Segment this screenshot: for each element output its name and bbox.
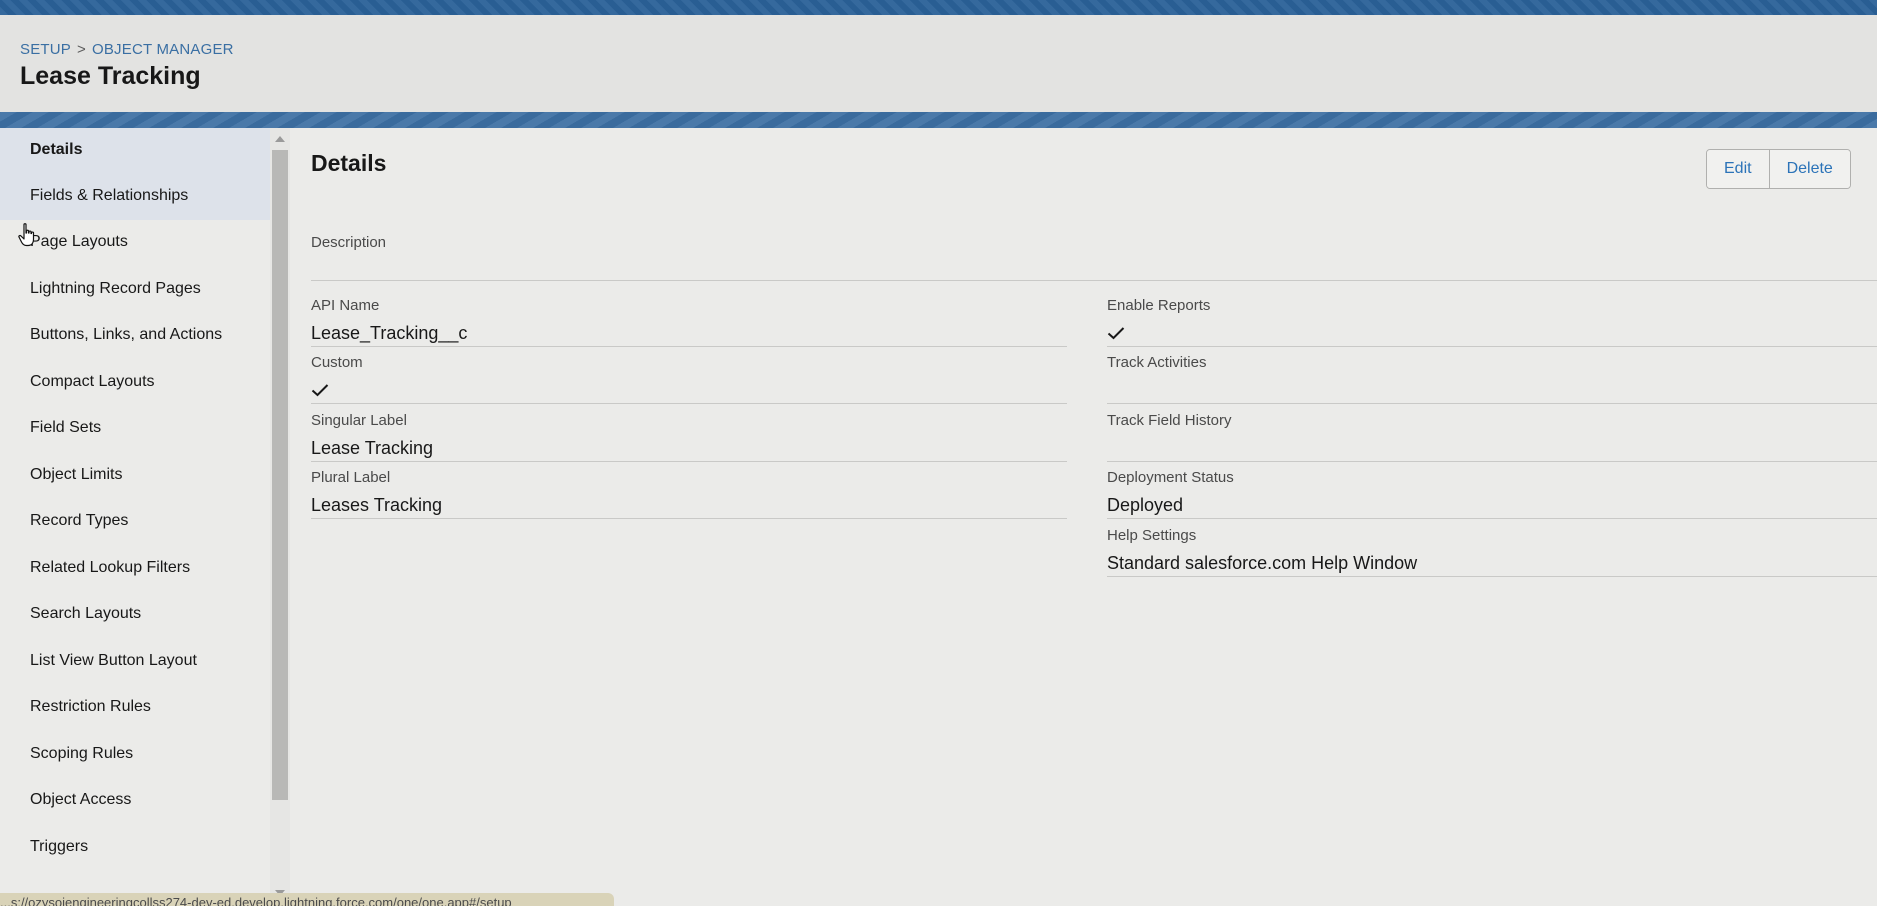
- brand-band-top: [0, 0, 1877, 15]
- brand-band-mid: [0, 112, 1877, 128]
- sidebar-item-label: Triggers: [30, 838, 89, 855]
- scroll-thumb[interactable]: [272, 150, 288, 800]
- hand-pointer-icon: [18, 223, 35, 247]
- breadcrumb-separator: >: [77, 41, 86, 58]
- check-icon: [1107, 327, 1125, 340]
- field-value: Lease Tracking: [311, 438, 434, 458]
- field-track-field-history: Track Field History: [1107, 412, 1877, 462]
- field-label: Deployment Status: [1107, 469, 1234, 486]
- breadcrumb: SETUP > OBJECT MANAGER: [20, 41, 234, 58]
- check-icon: [311, 384, 329, 397]
- sidebar-item-label: Buttons, Links, and Actions: [30, 326, 223, 343]
- sidebar-item-buttons-links-actions[interactable]: Buttons, Links, and Actions: [0, 313, 270, 359]
- sidebar-item-search-layouts[interactable]: Search Layouts: [0, 592, 270, 638]
- browser-status-bar: ...s://ozysoiengineeringcollss274-dev-ed…: [0, 893, 614, 906]
- field-label: Description: [311, 234, 387, 251]
- field-value: Deployed: [1107, 495, 1184, 515]
- status-url: ...s://ozysoiengineeringcollss274-dev-ed…: [0, 895, 512, 906]
- sidebar-item-restriction-rules[interactable]: Restriction Rules: [0, 685, 270, 731]
- sidebar-item-label: Restriction Rules: [30, 698, 151, 715]
- field-label: Enable Reports: [1107, 297, 1211, 314]
- sidebar-item-label: Page Layouts: [30, 233, 128, 250]
- sidebar-item-label: Details: [30, 141, 83, 158]
- field-api-name: API Name Lease_Tracking__c: [311, 297, 1067, 347]
- sidebar-item-triggers[interactable]: Triggers: [0, 825, 270, 871]
- sidebar-item-list-view-button-layout[interactable]: List View Button Layout: [0, 639, 270, 685]
- sidebar-item-label: Scoping Rules: [30, 745, 134, 762]
- sidebar-item-lightning-record-pages[interactable]: Lightning Record Pages: [0, 267, 270, 313]
- sidebar-item-details[interactable]: Details: [0, 128, 270, 174]
- sidebar-item-label: Lightning Record Pages: [30, 280, 201, 297]
- sidebar-item-label: Compact Layouts: [30, 373, 155, 390]
- field-deployment-status: Deployment Status Deployed: [1107, 469, 1877, 519]
- field-track-activities: Track Activities: [1107, 354, 1877, 404]
- field-label: Track Field History: [1107, 412, 1232, 429]
- sidebar-item-fields-relationships[interactable]: Fields & Relationships: [0, 174, 270, 220]
- sidebar-item-label: Related Lookup Filters: [30, 559, 191, 576]
- breadcrumb-setup[interactable]: SETUP: [20, 41, 71, 58]
- field-help-settings: Help Settings Standard salesforce.com He…: [1107, 527, 1877, 577]
- field-label: Custom: [311, 354, 363, 371]
- delete-button[interactable]: Delete: [1768, 150, 1850, 188]
- field-singular-label: Singular Label Lease Tracking: [311, 412, 1067, 462]
- sidebar-item-record-types[interactable]: Record Types: [0, 499, 270, 545]
- sidebar-item-label: Object Access: [30, 791, 132, 808]
- field-label: Help Settings: [1107, 527, 1197, 544]
- scroll-up-icon[interactable]: [275, 136, 285, 142]
- breadcrumb-object-manager[interactable]: OBJECT MANAGER: [92, 41, 234, 58]
- sidebar-item-compact-layouts[interactable]: Compact Layouts: [0, 360, 270, 406]
- field-description: Description: [311, 234, 1877, 281]
- sidebar-item-object-limits[interactable]: Object Limits: [0, 453, 270, 499]
- sidebar-item-label: Record Types: [30, 512, 129, 529]
- section-title: Details: [311, 150, 387, 176]
- sidebar-item-label: Search Layouts: [30, 605, 142, 622]
- field-label: Track Activities: [1107, 354, 1207, 371]
- field-enable-reports: Enable Reports: [1107, 297, 1877, 347]
- sidebar-item-object-access[interactable]: Object Access: [0, 778, 270, 824]
- sidebar-item-label: Fields & Relationships: [30, 187, 189, 204]
- sidebar-item-label: Object Limits: [30, 466, 123, 483]
- field-value: Lease_Tracking__c: [311, 323, 468, 343]
- sidebar-item-scoping-rules[interactable]: Scoping Rules: [0, 732, 270, 778]
- sidebar-item-label: List View Button Layout: [30, 652, 197, 669]
- page-title: Lease Tracking: [20, 62, 201, 90]
- field-label: Plural Label: [311, 469, 391, 486]
- sidebar-item-label: Field Sets: [30, 419, 102, 436]
- field-value: Standard salesforce.com Help Window: [1107, 553, 1418, 573]
- field-value: Leases Tracking: [311, 495, 443, 515]
- page-header: SETUP > OBJECT MANAGER Lease Tracking: [0, 15, 1877, 112]
- field-label: API Name: [311, 297, 380, 314]
- details-panel: Details Edit Delete Description API Name…: [290, 128, 1877, 906]
- field-custom: Custom: [311, 354, 1067, 404]
- field-plural-label: Plural Label Leases Tracking: [311, 469, 1067, 519]
- sidebar-item-related-lookup-filters[interactable]: Related Lookup Filters: [0, 546, 270, 592]
- action-button-group: Edit Delete: [1706, 149, 1851, 189]
- sidebar-item-field-sets[interactable]: Field Sets: [0, 406, 270, 452]
- sidebar-scrollbar[interactable]: [270, 128, 290, 906]
- edit-button[interactable]: Edit: [1707, 150, 1769, 188]
- field-label: Singular Label: [311, 412, 407, 429]
